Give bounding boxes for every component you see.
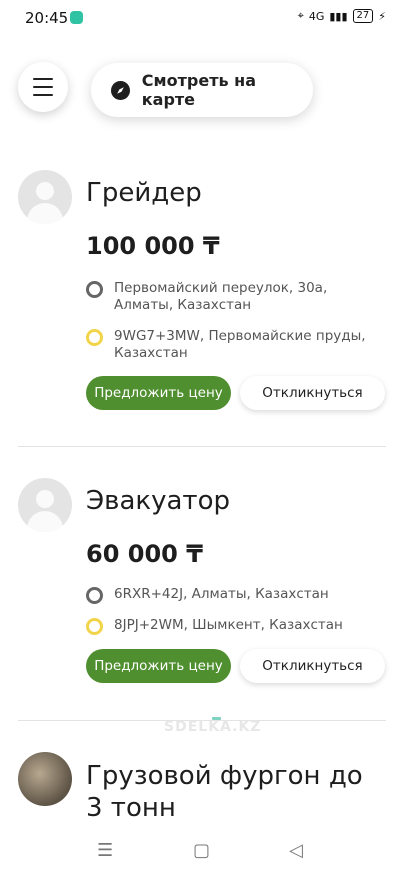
view-map-button[interactable]: Смотреть на карте [91, 63, 313, 117]
offer-price-button[interactable]: Предложить цену [86, 376, 231, 410]
signal-icon: ▮▮▮ [329, 9, 348, 23]
from-address: 6RXR+42J, Алматы, Казахстан [86, 586, 386, 604]
origin-dot-icon [86, 281, 103, 298]
listing-price: 100 000 ₸ [86, 232, 220, 260]
to-address: 8JPJ+2WM, Шымкент, Казахстан [86, 617, 386, 635]
menu-button[interactable] [18, 62, 68, 112]
listing-title: Эвакуатор [86, 486, 230, 516]
avatar-photo [18, 752, 72, 806]
location-icon: ⌖ [297, 9, 304, 22]
divider [18, 446, 386, 447]
destination-dot-icon [86, 618, 103, 635]
listing-title: Грейдер [86, 178, 202, 208]
to-address: 9WG7+3MW, Первомайские пруды, Казахстан [86, 328, 386, 362]
avatar-placeholder-icon [18, 478, 72, 532]
back-icon[interactable]: ◁ [289, 840, 303, 861]
from-address: Первомайский переулок, 30а, Алматы, Каза… [86, 280, 386, 314]
destination-dot-icon [86, 329, 103, 346]
scroll-indicator [212, 717, 221, 720]
offer-price-button[interactable]: Предложить цену [86, 649, 231, 683]
home-icon[interactable]: ▢ [193, 840, 210, 861]
watermark: SDELKA.KZ [164, 719, 262, 735]
recent-apps-icon[interactable]: ☰ [97, 840, 113, 861]
charging-icon: ⚡ [378, 9, 386, 23]
respond-button[interactable]: Откликнуться [240, 376, 385, 410]
status-icons: ⌖ 4G ▮▮▮ 27 ⚡ [298, 9, 386, 23]
listing-title: Грузовой фургон до 3 тонн [86, 761, 363, 823]
status-bar: 20:45 ⌖ 4G ▮▮▮ 27 ⚡ [0, 0, 404, 36]
system-nav-bar: ☰ ▢ ◁ [0, 826, 404, 875]
menu-icon-line [33, 86, 53, 88]
network-label: 4G [308, 9, 325, 23]
app-notification-icon [70, 11, 83, 24]
status-time: 20:45 [25, 9, 69, 27]
origin-dot-icon [86, 587, 103, 604]
compass-icon [111, 80, 130, 100]
battery-icon: 27 [352, 9, 374, 23]
avatar-placeholder-icon [18, 170, 72, 224]
respond-button[interactable]: Откликнуться [240, 649, 385, 683]
listing-price: 60 000 ₸ [86, 540, 203, 568]
menu-icon-line [33, 78, 53, 80]
view-map-label: Смотреть на карте [141, 71, 256, 109]
menu-icon-line [33, 94, 53, 96]
